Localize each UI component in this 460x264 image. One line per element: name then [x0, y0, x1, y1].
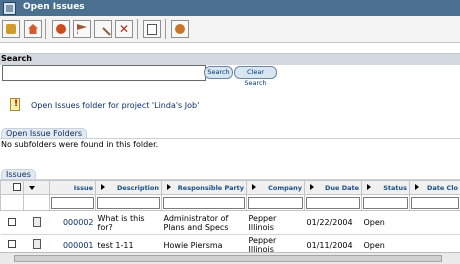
- column-header-issue[interactable]: Issue: [50, 181, 96, 195]
- delete-button[interactable]: ✕: [115, 20, 133, 38]
- issue-status: Open: [362, 211, 410, 235]
- filter-cell: [1, 195, 24, 211]
- filter-due-date[interactable]: [305, 195, 362, 211]
- title-bar: Open Issues: [0, 0, 460, 16]
- settings-button[interactable]: [171, 20, 189, 38]
- filter-responsible-party[interactable]: [162, 195, 247, 211]
- window-title: Open Issues: [23, 2, 85, 12]
- row-checkbox[interactable]: [8, 218, 16, 226]
- select-all-header[interactable]: [1, 181, 24, 195]
- column-label: Company: [268, 184, 302, 192]
- flag-button[interactable]: [73, 20, 91, 38]
- new-issue-button[interactable]: [2, 20, 20, 38]
- filter-input[interactable]: [163, 197, 245, 209]
- sort-icon[interactable]: [101, 184, 105, 190]
- search-section-header: Search: [0, 53, 460, 65]
- column-label: Due Date: [325, 184, 359, 192]
- toolbar: ✕: [0, 16, 460, 43]
- no-subfolders-text: No subfolders were found in this folder.: [1, 140, 158, 149]
- filter-input[interactable]: [363, 197, 408, 209]
- check-button[interactable]: [143, 20, 161, 38]
- info-icon: [10, 98, 20, 111]
- issue-link[interactable]: 000002: [63, 218, 94, 227]
- select-all-checkbox[interactable]: [13, 183, 21, 191]
- sort-icon[interactable]: [367, 184, 371, 190]
- column-header-responsible-party[interactable]: Responsible Party: [162, 181, 247, 195]
- filter-issue[interactable]: [50, 195, 96, 211]
- issue-link[interactable]: 000001: [63, 241, 94, 250]
- sort-icon[interactable]: [252, 184, 256, 190]
- column-header-company[interactable]: Company: [247, 181, 305, 195]
- issue-due-date: 01/22/2004: [305, 211, 362, 235]
- link-button[interactable]: [94, 20, 112, 38]
- search-button[interactable]: Search: [204, 66, 233, 79]
- column-header-status[interactable]: Status: [362, 181, 410, 195]
- column-label: Description: [117, 184, 159, 192]
- issue-company: Pepper Illinois: [247, 211, 305, 235]
- sort-down-icon[interactable]: [29, 186, 35, 190]
- column-header-date-closed[interactable]: Date Clo: [410, 181, 460, 195]
- document-icon[interactable]: [33, 217, 41, 227]
- filter-description[interactable]: [96, 195, 162, 211]
- edit-button[interactable]: [52, 20, 70, 38]
- sort-icon[interactable]: [310, 184, 314, 190]
- window-icon: [3, 2, 16, 15]
- home-button[interactable]: [24, 20, 42, 38]
- issues-table: Issue Description Responsible Party Comp…: [0, 180, 460, 256]
- filter-input[interactable]: [51, 197, 94, 209]
- filter-cell: [24, 195, 50, 211]
- filter-input[interactable]: [411, 197, 459, 209]
- toolbar-separator: [165, 19, 166, 39]
- filter-status[interactable]: [362, 195, 410, 211]
- column-header-description[interactable]: Description: [96, 181, 162, 195]
- tab-divider: [0, 138, 460, 139]
- filter-date-closed[interactable]: [410, 195, 460, 211]
- filter-input[interactable]: [248, 197, 303, 209]
- doc-column-header: [24, 181, 50, 195]
- toolbar-separator: [137, 19, 138, 39]
- document-icon[interactable]: [33, 239, 41, 249]
- search-input[interactable]: [2, 65, 206, 81]
- search-label: Search: [1, 54, 32, 63]
- filter-input[interactable]: [306, 197, 360, 209]
- issue-date-closed: [410, 211, 460, 235]
- filter-company[interactable]: [247, 195, 305, 211]
- toolbar-separator: [45, 19, 46, 39]
- column-label: Date Clo: [427, 184, 458, 192]
- column-header-due-date[interactable]: Due Date: [305, 181, 362, 195]
- project-info-text: Open Issues folder for project 'Linda's …: [31, 101, 199, 110]
- horizontal-scrollbar[interactable]: [0, 252, 460, 264]
- table-row[interactable]: 000002 What is this for? Administrator o…: [1, 211, 460, 235]
- column-label: Issue: [74, 184, 93, 192]
- column-label: Status: [383, 184, 407, 192]
- clear-search-button[interactable]: Clear Search: [234, 66, 277, 79]
- filter-input[interactable]: [97, 197, 160, 209]
- issue-responsible-party: Administrator of Plans and Specs: [162, 211, 247, 235]
- column-label: Responsible Party: [178, 184, 244, 192]
- scrollbar-thumb[interactable]: [14, 255, 442, 262]
- sort-icon[interactable]: [415, 184, 419, 190]
- issue-description: What is this for?: [96, 211, 162, 235]
- row-checkbox[interactable]: [8, 240, 16, 248]
- sort-icon[interactable]: [167, 184, 171, 190]
